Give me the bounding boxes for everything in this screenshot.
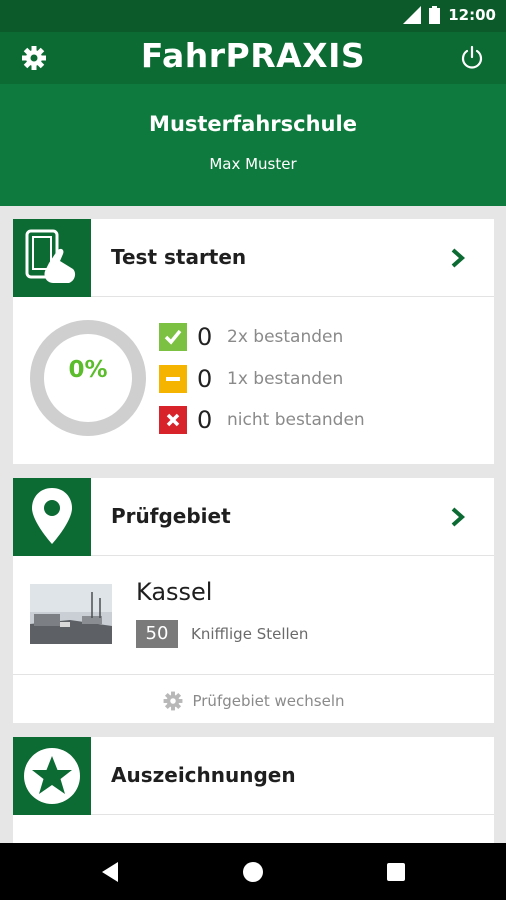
area-details: Kassel 50 Knifflige Stellen Prüfgebiet w… (13, 556, 494, 752)
result-count: 0 (197, 365, 213, 393)
chevron-right-icon (451, 248, 466, 268)
test-results: 0% 0 2x bestanden 0 1x bestanden 0 nicht… (13, 297, 494, 463)
signal-icon (403, 6, 422, 24)
recents-icon[interactable] (381, 857, 411, 887)
navigation-bar (0, 843, 506, 900)
awards-title: Auszeichnungen (111, 763, 296, 787)
battery-icon (429, 6, 441, 24)
change-area-button[interactable]: Prüfgebiet wechseln (13, 687, 494, 715)
tricky-spots-label: Knifflige Stellen (191, 625, 309, 643)
result-label: 1x bestanden (227, 369, 344, 389)
clock: 12:00 (448, 6, 496, 24)
result-passed-twice: 0 2x bestanden (159, 322, 343, 352)
app-bar: FahrPRAXIS (0, 32, 506, 84)
result-count: 0 (197, 406, 213, 434)
area-city: Kassel (136, 578, 213, 606)
x-icon (159, 406, 187, 434)
awards-row[interactable]: Auszeichnungen (13, 737, 494, 815)
check-icon (159, 323, 187, 351)
test-start-row[interactable]: Test starten (13, 219, 494, 297)
back-icon[interactable] (96, 857, 126, 887)
result-failed: 0 nicht bestanden (159, 405, 365, 435)
map-pin-icon (13, 478, 91, 556)
result-passed-once: 0 1x bestanden (159, 364, 343, 394)
test-card: Test starten 0% 0 2x bestanden 0 1x best… (13, 219, 494, 464)
awards-card: Auszeichnungen (13, 737, 494, 847)
minus-icon (159, 365, 187, 393)
app-title: FahrPRAXIS (140, 36, 366, 75)
gear-icon (164, 691, 183, 711)
area-card: Prüfgebiet Kassel 50 Knifflige Stellen P… (13, 478, 494, 723)
area-title: Prüfgebiet (111, 504, 231, 528)
change-area-label: Prüfgebiet wechseln (192, 692, 345, 710)
star-badge-icon (13, 737, 91, 815)
power-icon[interactable] (458, 44, 486, 72)
status-bar: 12:00 (0, 0, 506, 32)
chevron-right-icon (451, 507, 466, 527)
tricky-spots-count: 50 (136, 620, 178, 648)
profile-header: Musterfahrschule Max Muster (0, 84, 506, 206)
result-count: 0 (197, 323, 213, 351)
progress-label: 0% (68, 357, 108, 383)
divider (13, 674, 494, 675)
home-icon[interactable] (238, 857, 268, 887)
tablet-hand-icon (13, 219, 91, 297)
area-thumbnail (30, 584, 112, 644)
result-label: 2x bestanden (227, 327, 344, 347)
school-name: Musterfahrschule (149, 112, 357, 136)
user-name: Max Muster (209, 155, 297, 173)
result-label: nicht bestanden (227, 410, 365, 430)
area-row[interactable]: Prüfgebiet (13, 478, 494, 556)
test-start-title: Test starten (111, 245, 247, 269)
